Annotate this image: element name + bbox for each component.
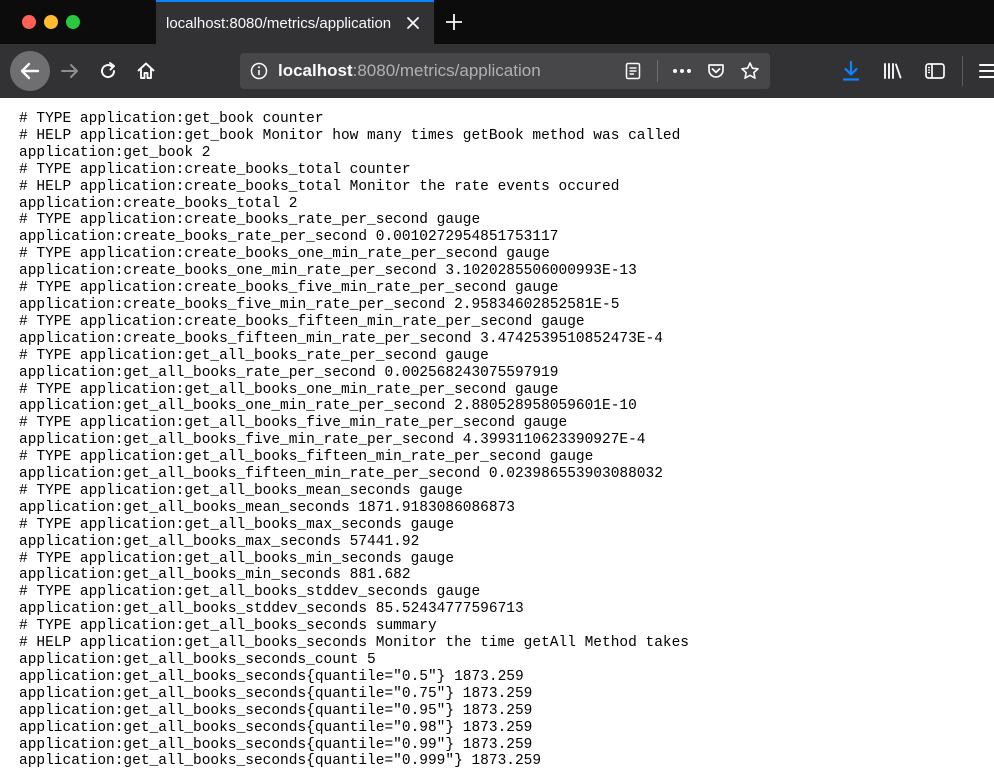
tab-strip: localhost:8080/metrics/application: [0, 0, 994, 44]
metric-value-line: application:get_all_books_seconds{quanti…: [19, 668, 524, 685]
metric-value-line: application:get_all_books_one_min_rate_p…: [19, 398, 637, 415]
metric-value-line: application:create_books_fifteen_min_rat…: [19, 330, 663, 347]
metric-value-line: application:get_all_books_mean_seconds 1…: [19, 499, 515, 516]
plus-icon[interactable]: [434, 0, 474, 44]
metric-comment-line: # TYPE application:get_all_books_max_sec…: [19, 516, 455, 533]
arrow-right-icon[interactable]: [54, 55, 86, 87]
metric-comment-line: # TYPE application:get_all_books_one_min…: [19, 381, 559, 398]
metric-comment-line: # HELP application:get_book Monitor how …: [19, 127, 681, 144]
metric-value-line: application:create_books_rate_per_second…: [19, 229, 559, 246]
divider: [657, 60, 658, 82]
window-controls: [0, 0, 140, 44]
download-icon[interactable]: [836, 56, 866, 86]
metric-value-line: application:get_all_books_seconds{quanti…: [19, 685, 533, 702]
metric-value-line: application:create_books_total 2: [19, 195, 298, 212]
metric-value-line: application:get_all_books_fifteen_min_ra…: [19, 466, 663, 483]
metric-comment-line: # TYPE application:get_all_books_rate_pe…: [19, 347, 489, 364]
metric-value-line: application:get_all_books_rate_per_secon…: [19, 364, 559, 381]
metric-comment-line: # TYPE application:get_all_books_mean_se…: [19, 482, 463, 499]
star-icon[interactable]: [736, 57, 764, 85]
metric-comment-line: # TYPE application:get_all_books_five_mi…: [19, 415, 568, 432]
close-icon[interactable]: [404, 14, 422, 32]
url-host: localhost: [278, 61, 353, 80]
metric-comment-line: # HELP application:create_books_total Mo…: [19, 178, 620, 195]
metric-comment-line: # TYPE application:get_all_books_stddev_…: [19, 584, 481, 601]
reader-view-icon[interactable]: [619, 57, 647, 85]
metric-value-line: application:get_all_books_min_seconds 88…: [19, 567, 411, 584]
more-icon[interactable]: [668, 57, 696, 85]
metric-value-line: application:get_all_books_seconds_count …: [19, 652, 376, 668]
navigation-toolbar: localhost:8080/metrics/application: [0, 44, 994, 98]
metric-comment-line: # TYPE application:create_books_fifteen_…: [19, 313, 585, 330]
home-icon[interactable]: [130, 55, 162, 87]
metric-comment-line: # TYPE application:create_books_five_min…: [19, 280, 559, 297]
metric-value-line: application:get_all_books_seconds{quanti…: [19, 702, 533, 719]
close-window-button[interactable]: [22, 15, 36, 29]
hamburger-menu-icon[interactable]: [973, 56, 994, 86]
arrow-left-icon[interactable]: [10, 51, 50, 91]
sidebar-icon[interactable]: [920, 56, 950, 86]
metric-value-line: application:get_all_books_seconds{quanti…: [19, 753, 542, 770]
reload-icon[interactable]: [92, 55, 124, 87]
page-content: # TYPE application:get_book counter # HEL…: [0, 98, 994, 771]
minimize-window-button[interactable]: [44, 15, 58, 29]
metric-value-line: application:create_books_one_min_rate_pe…: [19, 263, 637, 280]
info-icon[interactable]: [250, 62, 268, 80]
metric-value-line: application:get_book 2: [19, 144, 211, 161]
metric-comment-line: # TYPE application:get_all_books_min_sec…: [19, 550, 455, 567]
tab-title: localhost:8080/metrics/application: [166, 14, 392, 32]
metric-value-line: application:create_books_five_min_rate_p…: [19, 296, 620, 313]
zoom-window-button[interactable]: [66, 15, 80, 29]
metric-value-line: application:get_all_books_seconds{quanti…: [19, 736, 533, 753]
metric-comment-line: # TYPE application:create_books_rate_per…: [19, 212, 481, 229]
metric-comment-line: # TYPE application:get_book counter: [19, 111, 324, 127]
metric-comment-line: # TYPE application:get_all_books_seconds…: [19, 618, 437, 635]
metric-value-line: application:get_all_books_stddev_seconds…: [19, 601, 524, 618]
divider: [962, 56, 963, 86]
url-text[interactable]: localhost:8080/metrics/application: [278, 61, 541, 81]
metric-comment-line: # TYPE application:create_books_total co…: [19, 161, 411, 178]
page-actions: [619, 53, 764, 89]
library-icon[interactable]: [878, 56, 908, 86]
metric-comment-line: # TYPE application:get_all_books_fifteen…: [19, 449, 594, 466]
metric-value-line: application:get_all_books_max_seconds 57…: [19, 533, 420, 550]
pocket-icon[interactable]: [702, 57, 730, 85]
tab-active[interactable]: localhost:8080/metrics/application: [156, 0, 434, 44]
metric-value-line: application:get_all_books_seconds{quanti…: [19, 719, 533, 736]
metric-value-line: application:get_all_books_five_min_rate_…: [19, 432, 646, 449]
url-path: :8080/metrics/application: [352, 61, 541, 80]
toolbar-right: [836, 44, 994, 98]
metric-comment-line: # HELP application:get_all_books_seconds…: [19, 635, 690, 652]
url-bar[interactable]: localhost:8080/metrics/application: [240, 53, 770, 89]
metric-comment-line: # TYPE application:create_books_one_min_…: [19, 246, 550, 263]
